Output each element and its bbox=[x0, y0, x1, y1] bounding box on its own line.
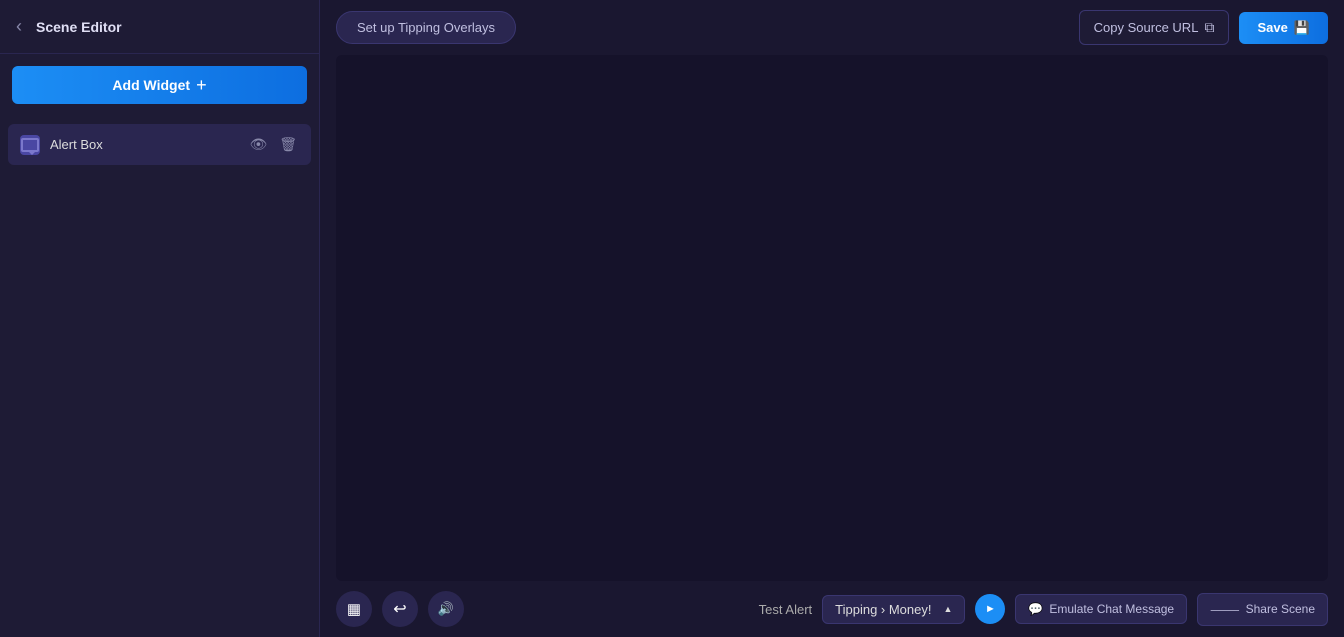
delete-button[interactable]: 🗑 bbox=[277, 134, 299, 155]
toolbar-right: Copy Source URL ⧉ Save 💾 bbox=[1079, 10, 1328, 45]
scene-canvas bbox=[336, 55, 1328, 581]
chat-icon: 💬 bbox=[1028, 602, 1043, 616]
share-scene-button[interactable]: ⸻ Share Scene bbox=[1197, 593, 1328, 626]
widget-item-label: Alert Box bbox=[50, 137, 237, 152]
send-icon: ► bbox=[985, 603, 996, 615]
widget-item[interactable]: Alert Box 👁 🗑 bbox=[8, 124, 311, 165]
emulate-chat-button[interactable]: 💬 Emulate Chat Message bbox=[1015, 594, 1187, 624]
copy-source-url-button[interactable]: Copy Source URL ⧉ bbox=[1079, 10, 1230, 45]
share-icon: ⸻ bbox=[1210, 601, 1240, 618]
plus-icon: + bbox=[196, 76, 207, 94]
volume-button[interactable]: 🔊 bbox=[428, 591, 464, 627]
main-content: Set up Tipping Overlays Copy Source URL … bbox=[320, 0, 1344, 637]
chevron-up-icon: ▲ bbox=[943, 604, 952, 614]
test-alert-go-button[interactable]: ► bbox=[975, 594, 1005, 624]
alert-box-icon bbox=[20, 135, 40, 155]
bottom-bar: ▦ ↩ 🔊 Test Alert Tipping › Money! ▲ ► 💬 … bbox=[320, 581, 1344, 637]
test-alert-label: Test Alert bbox=[759, 602, 812, 617]
eye-icon: 👁 bbox=[249, 136, 267, 153]
volume-icon: 🔊 bbox=[438, 601, 454, 617]
main-toolbar: Set up Tipping Overlays Copy Source URL … bbox=[320, 0, 1344, 55]
widget-list: Alert Box 👁 🗑 bbox=[0, 116, 319, 173]
emulate-label: Emulate Chat Message bbox=[1049, 602, 1174, 616]
undo-icon: ↩ bbox=[393, 599, 406, 619]
resize-tool-button[interactable]: ▦ bbox=[336, 591, 372, 627]
visibility-button[interactable]: 👁 bbox=[247, 134, 269, 155]
widget-item-actions: 👁 🗑 bbox=[247, 134, 299, 155]
setup-tipping-label: Set up Tipping Overlays bbox=[357, 20, 495, 35]
sidebar-title: Scene Editor bbox=[36, 19, 122, 35]
sidebar-header: ‹ Scene Editor bbox=[0, 0, 319, 54]
test-alert-select[interactable]: Tipping › Money! ▲ bbox=[822, 595, 965, 624]
save-label: Save bbox=[1257, 20, 1287, 35]
save-button[interactable]: Save 💾 bbox=[1239, 12, 1328, 44]
save-icon: 💾 bbox=[1294, 20, 1310, 36]
bottom-right: Test Alert Tipping › Money! ▲ ► 💬 Emulat… bbox=[759, 593, 1328, 626]
copy-icon: ⧉ bbox=[1204, 19, 1214, 36]
share-label: Share Scene bbox=[1246, 602, 1315, 616]
setup-tipping-button[interactable]: Set up Tipping Overlays bbox=[336, 11, 516, 44]
add-widget-label: Add Widget bbox=[112, 77, 190, 93]
undo-button[interactable]: ↩ bbox=[382, 591, 418, 627]
trash-icon: 🗑 bbox=[279, 136, 297, 153]
copy-url-label: Copy Source URL bbox=[1094, 20, 1199, 35]
resize-icon: ▦ bbox=[347, 600, 361, 618]
back-button[interactable]: ‹ bbox=[16, 14, 28, 39]
test-alert-value: Tipping › Money! bbox=[835, 602, 931, 617]
add-widget-button[interactable]: Add Widget + bbox=[12, 66, 307, 104]
sidebar: ‹ Scene Editor Add Widget + Alert Box 👁 … bbox=[0, 0, 320, 637]
